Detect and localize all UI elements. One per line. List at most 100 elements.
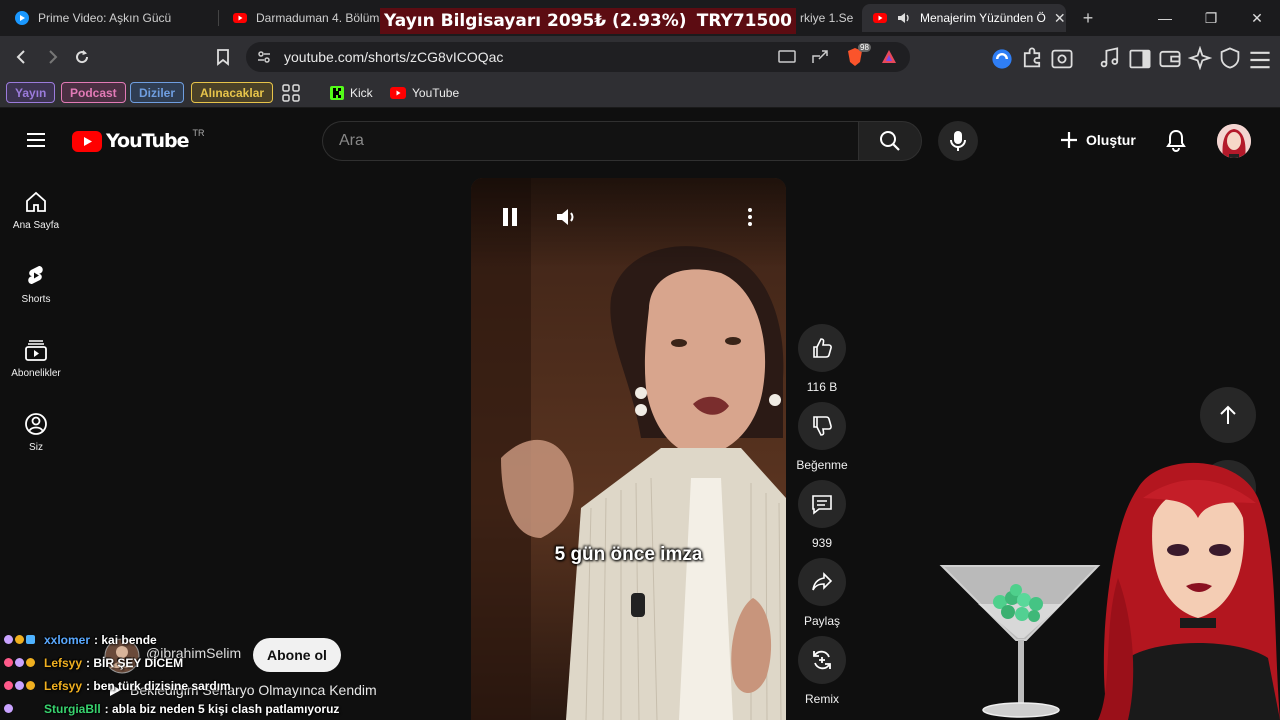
comment-icon [812, 495, 832, 515]
sidebar-item-you[interactable]: Siz [4, 412, 68, 472]
brave-rewards-icon[interactable] [880, 48, 898, 66]
bookmark-label: Yayın [15, 85, 47, 100]
close-tab-icon[interactable]: ✕ [1054, 10, 1066, 27]
like-button[interactable] [798, 324, 846, 372]
leo-ai-icon[interactable] [1188, 46, 1212, 70]
voice-search-button[interactable] [938, 121, 978, 161]
new-tab-button[interactable]: + [1078, 6, 1098, 30]
wallet-icon[interactable] [1158, 47, 1182, 71]
bookmark-label: YouTube [412, 86, 460, 100]
tab-menajerim-active[interactable]: Menajerim Yüzünden Ö ✕ [862, 4, 1066, 32]
more-options-button[interactable] [745, 207, 755, 232]
volume-icon [557, 209, 574, 225]
prime-video-icon [15, 11, 29, 25]
badge-icon [15, 635, 24, 644]
youtube-logo[interactable]: YouTube TR [72, 128, 204, 152]
bookmark-folder-diziler[interactable]: Diziler [130, 82, 185, 103]
banner-product-price: Yayın Bilgisayarı 2095₺ (2.93%) [384, 11, 687, 31]
previous-short-button[interactable] [1200, 387, 1256, 443]
volume-button[interactable] [555, 206, 577, 233]
extension-circle-icon[interactable] [990, 47, 1014, 71]
chat-badges [4, 635, 44, 644]
chat-badges [4, 704, 44, 713]
bookmarks-bar: Yayın Podcast Diziler Alınacaklar Kick Y… [0, 78, 1280, 108]
tab-darmaduman[interactable]: Darmaduman 4. Bölüm [222, 4, 380, 32]
shorts-icon [28, 266, 43, 284]
minimize-window-button[interactable]: — [1153, 6, 1177, 30]
youtube-play-logo-icon [72, 130, 102, 152]
arrow-up-icon [1220, 405, 1236, 424]
search-button[interactable] [858, 121, 922, 161]
chat-message: Lefsyy : ben türk dizisine sardım [4, 674, 444, 697]
bookmark-page-button[interactable] [211, 45, 235, 69]
sidebar-item-shorts[interactable]: Shorts [4, 264, 68, 324]
bookmark-kick[interactable]: Kick [330, 83, 373, 103]
bookmark-folder-alinacaklar[interactable]: Alınacaklar [191, 82, 274, 103]
restore-window-button[interactable]: ❐ [1199, 6, 1223, 30]
sidebar-toggle-icon[interactable] [1128, 47, 1152, 71]
vpn-shield-icon[interactable] [1218, 46, 1242, 70]
media-music-icon[interactable] [1098, 46, 1122, 70]
comments-action[interactable]: 939 [796, 480, 848, 550]
bookmark-folder-yayin[interactable]: Yayın [6, 82, 56, 103]
create-label: Oluştur [1086, 132, 1136, 148]
create-button[interactable]: Oluştur [1052, 124, 1144, 156]
remix-icon [813, 650, 831, 670]
pause-button[interactable] [501, 207, 519, 232]
video-frame [471, 178, 786, 720]
back-button[interactable] [10, 45, 34, 69]
share-action[interactable]: Paylaş [796, 558, 848, 628]
notifications-button[interactable] [1162, 126, 1190, 154]
cast-icon[interactable] [778, 49, 796, 65]
search-input[interactable] [323, 122, 858, 160]
remix-label: Remix [804, 692, 839, 706]
thumbs-up-icon [813, 338, 832, 358]
sidebar-item-label: Ana Sayfa [12, 220, 60, 231]
badge-icon [4, 658, 13, 667]
dislike-button[interactable] [798, 402, 846, 450]
badge-icon [4, 704, 13, 713]
share-icon[interactable] [811, 49, 829, 65]
sidebar-item-subscriptions[interactable]: Abonelikler [4, 338, 68, 398]
video-caption: 5 gün önce imza [554, 544, 703, 565]
remix-action[interactable]: Remix [796, 636, 848, 706]
reload-button[interactable] [70, 45, 94, 69]
speaker-icon[interactable] [896, 10, 912, 26]
sidebar-item-label: Shorts [21, 294, 51, 305]
dislike-action[interactable]: Beğenme [796, 402, 848, 472]
chat-message: SturgiaBll : abla biz neden 5 kişi clash… [4, 697, 444, 720]
close-window-button[interactable]: ✕ [1245, 6, 1269, 30]
account-avatar[interactable] [1217, 124, 1251, 158]
search-box[interactable] [322, 121, 858, 161]
browser-menu-icon[interactable] [1248, 48, 1272, 72]
site-info-icon[interactable] [256, 49, 272, 65]
bookmark-folder-podcast[interactable]: Podcast [61, 82, 126, 103]
pause-icon [503, 208, 517, 226]
badge-icon [26, 658, 35, 667]
hamburger-menu-icon[interactable] [26, 132, 46, 148]
share-button[interactable] [798, 558, 846, 606]
remix-button[interactable] [798, 636, 846, 684]
reader-mode-icon[interactable] [1050, 47, 1074, 71]
apps-grid-icon[interactable] [282, 84, 300, 102]
address-bar[interactable]: youtube.com/shorts/zCG8vICOQac 98 [246, 42, 910, 72]
tab-divider [218, 10, 219, 26]
bookmark-icon [217, 49, 229, 66]
extensions-puzzle-icon[interactable] [1020, 46, 1044, 70]
short-video-player[interactable]: 5 gün önce imza [471, 178, 786, 720]
youtube-icon [873, 13, 887, 23]
chat-username: SturgiaBll [44, 701, 101, 716]
tab-title: Prime Video: Aşkın Gücü [38, 11, 172, 25]
badge-icon [26, 681, 35, 690]
like-count: 116 B [806, 380, 838, 394]
bookmark-youtube[interactable]: YouTube [390, 83, 459, 103]
tab-prime-video[interactable]: Prime Video: Aşkın Gücü [4, 4, 214, 32]
tab-title: rkiye 1.Se [800, 11, 854, 25]
like-action[interactable]: 116 B [796, 324, 848, 394]
bookmark-label: Alınacaklar [200, 85, 265, 100]
tab-truncated[interactable]: rkiye 1.Se [796, 4, 858, 32]
forward-button[interactable] [40, 45, 64, 69]
comments-button[interactable] [798, 480, 846, 528]
home-icon [26, 191, 46, 212]
sidebar-item-home[interactable]: Ana Sayfa [4, 190, 68, 250]
